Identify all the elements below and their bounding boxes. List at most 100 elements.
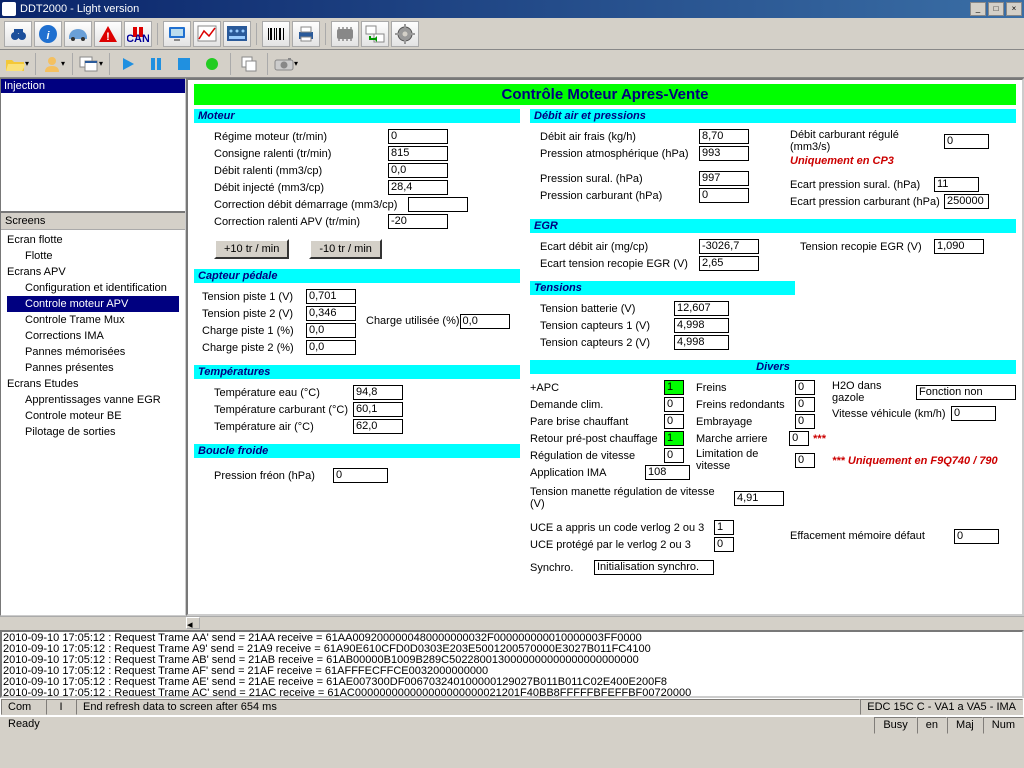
tool-barcode-icon[interactable]: [262, 21, 290, 47]
pression-carb-label: Pression carburant (hPa): [540, 190, 695, 202]
debit-header: Débit air et pressions: [530, 109, 1016, 123]
boucle-header: Boucle froide: [194, 444, 520, 458]
pare-brise-value: 0: [664, 414, 684, 429]
vitesse-veh-value: 0: [951, 406, 996, 421]
moteur-header: Moteur: [194, 109, 520, 123]
tree-ecran-flotte[interactable]: Ecran flotte: [7, 232, 179, 248]
status-num: Num: [983, 717, 1024, 734]
tool-binoculars-icon[interactable]: [4, 21, 32, 47]
divers-note: *** Uniquement en F9Q740 / 790: [832, 455, 998, 467]
plus-10-button[interactable]: +10 tr / min: [214, 239, 289, 259]
freins-value: 0: [795, 380, 815, 395]
temp-carb-label: Température carburant (°C): [214, 404, 349, 416]
demande-clim-value: 0: [664, 397, 684, 412]
tool-car-icon[interactable]: [64, 21, 92, 47]
horizontal-scrollbar[interactable]: ◂: [0, 616, 1024, 630]
tool-warning-icon[interactable]: !: [94, 21, 122, 47]
tool-transfer-icon[interactable]: [361, 21, 389, 47]
ecart-carb-value: 250000: [944, 194, 989, 209]
minimize-button[interactable]: _: [970, 2, 986, 16]
status-i: I: [46, 699, 76, 715]
temp-header: Températures: [194, 365, 520, 379]
tree-controle-moteur-be[interactable]: Controle moteur BE: [7, 408, 179, 424]
limit-vitesse-value: 0: [795, 453, 815, 468]
tree-controle-trame-mux[interactable]: Controle Trame Mux: [7, 312, 179, 328]
tension-piste2-label: Tension piste 2 (V): [202, 308, 302, 320]
temp-eau-value: 94,8: [353, 385, 403, 400]
charge-piste1-label: Charge piste 1 (%): [202, 325, 302, 337]
debit-injecte-label: Débit injecté (mm3/cp): [214, 182, 384, 194]
demande-clim-label: Demande clim.: [530, 399, 660, 411]
tension-capt1-value: 4,998: [674, 318, 729, 333]
tree-pannes-presentes[interactable]: Pannes présentes: [7, 360, 179, 376]
tool-chip-icon[interactable]: [331, 21, 359, 47]
screens-label: Screens: [1, 213, 185, 230]
tree-flotte[interactable]: Flotte: [7, 248, 179, 264]
tree-pilotage-sorties[interactable]: Pilotage de sorties: [7, 424, 179, 440]
tool-graph-icon[interactable]: [193, 21, 221, 47]
tool-cascade-icon[interactable]: [236, 53, 262, 75]
tool-can-icon[interactable]: CAN: [124, 21, 152, 47]
egr-header: EGR: [530, 219, 1016, 233]
left-sidebar: Injection Screens Ecran flotte Flotte Ec…: [0, 78, 186, 616]
pression-sural-label: Pression sural. (hPa): [540, 173, 695, 185]
tool-scope-icon[interactable]: [223, 21, 251, 47]
status-lang: en: [917, 717, 947, 734]
tool-camera-icon[interactable]: ▾: [273, 53, 299, 75]
tool-gear-icon[interactable]: [391, 21, 419, 47]
module-item-injection[interactable]: Injection: [1, 79, 185, 93]
tree-ecrans-apv[interactable]: Ecrans APV: [7, 264, 179, 280]
app-ima-value: 108: [645, 465, 690, 480]
play-button[interactable]: [115, 53, 141, 75]
marche-arr-stars: ***: [813, 433, 826, 445]
page-title: Contrôle Moteur Apres-Vente: [194, 84, 1016, 105]
tree-ecrans-etudes[interactable]: Ecrans Etudes: [7, 376, 179, 392]
regime-moteur-label: Régime moteur (tr/min): [214, 131, 384, 143]
debit-ralenti-value: 0,0: [388, 163, 448, 178]
title-bar: DDT2000 - Light version _ □ ×: [0, 0, 1024, 18]
synchro-value: Initialisation synchro.: [594, 560, 714, 575]
debit-ralenti-label: Débit ralenti (mm3/cp): [214, 165, 384, 177]
freins-red-value: 0: [795, 397, 815, 412]
record-button[interactable]: [199, 53, 225, 75]
uce-protege-label: UCE protégé par le verlog 2 ou 3: [530, 539, 710, 551]
regul-vitesse-value: 0: [664, 448, 684, 463]
tree-corrections-ima[interactable]: Corrections IMA: [7, 328, 179, 344]
tree-controle-moteur-apv[interactable]: Controle moteur APV: [7, 296, 179, 312]
tool-user-icon[interactable]: ▾: [41, 53, 67, 75]
marche-arr-label: Marche arriere: [696, 433, 785, 445]
tree-config-ident[interactable]: Configuration et identification: [7, 280, 179, 296]
status-busy: Busy: [874, 717, 916, 734]
status-msg: End refresh data to screen after 654 ms: [76, 699, 860, 715]
maximize-button[interactable]: □: [988, 2, 1004, 16]
secondary-toolbar: ▾ ▾ ▾ ▾: [0, 50, 1024, 78]
embrayage-label: Embrayage: [696, 416, 791, 428]
uce-protege-value: 0: [714, 537, 734, 552]
pression-atmo-label: Pression atmosphérique (hPa): [540, 148, 695, 160]
tree-apprentissages-egr[interactable]: Apprentissages vanne EGR: [7, 392, 179, 408]
tool-print-icon[interactable]: [292, 21, 320, 47]
tool-open-icon[interactable]: ▾: [4, 53, 30, 75]
stop-button[interactable]: [171, 53, 197, 75]
tool-windows-icon[interactable]: ▾: [78, 53, 104, 75]
synchro-label: Synchro.: [530, 562, 590, 574]
apc-value: 1: [664, 380, 684, 395]
limit-vitesse-label: Limitation de vitesse: [696, 448, 791, 472]
charge-utilisee-value: 0,0: [460, 314, 510, 329]
pression-atmo-value: 993: [699, 146, 749, 161]
divers-header: Divers: [530, 360, 1016, 374]
tension-capt2-label: Tension capteurs 2 (V): [540, 337, 670, 349]
tool-info-icon[interactable]: i: [34, 21, 62, 47]
embrayage-value: 0: [795, 414, 815, 429]
tree-pannes-memorisees[interactable]: Pannes mémorisées: [7, 344, 179, 360]
close-button[interactable]: ×: [1006, 2, 1022, 16]
tool-monitor-icon[interactable]: [163, 21, 191, 47]
tension-batt-value: 12,607: [674, 301, 729, 316]
minus-10-button[interactable]: -10 tr / min: [309, 239, 382, 259]
screens-tree: Ecran flotte Flotte Ecrans APV Configura…: [1, 230, 185, 615]
marche-arr-value: 0: [789, 431, 809, 446]
debit-carb-reg-label: Débit carburant régulé (mm3/s): [790, 129, 940, 153]
pause-button[interactable]: [143, 53, 169, 75]
effacement-label: Effacement mémoire défaut: [790, 530, 940, 542]
regime-moteur-value: 0: [388, 129, 448, 144]
